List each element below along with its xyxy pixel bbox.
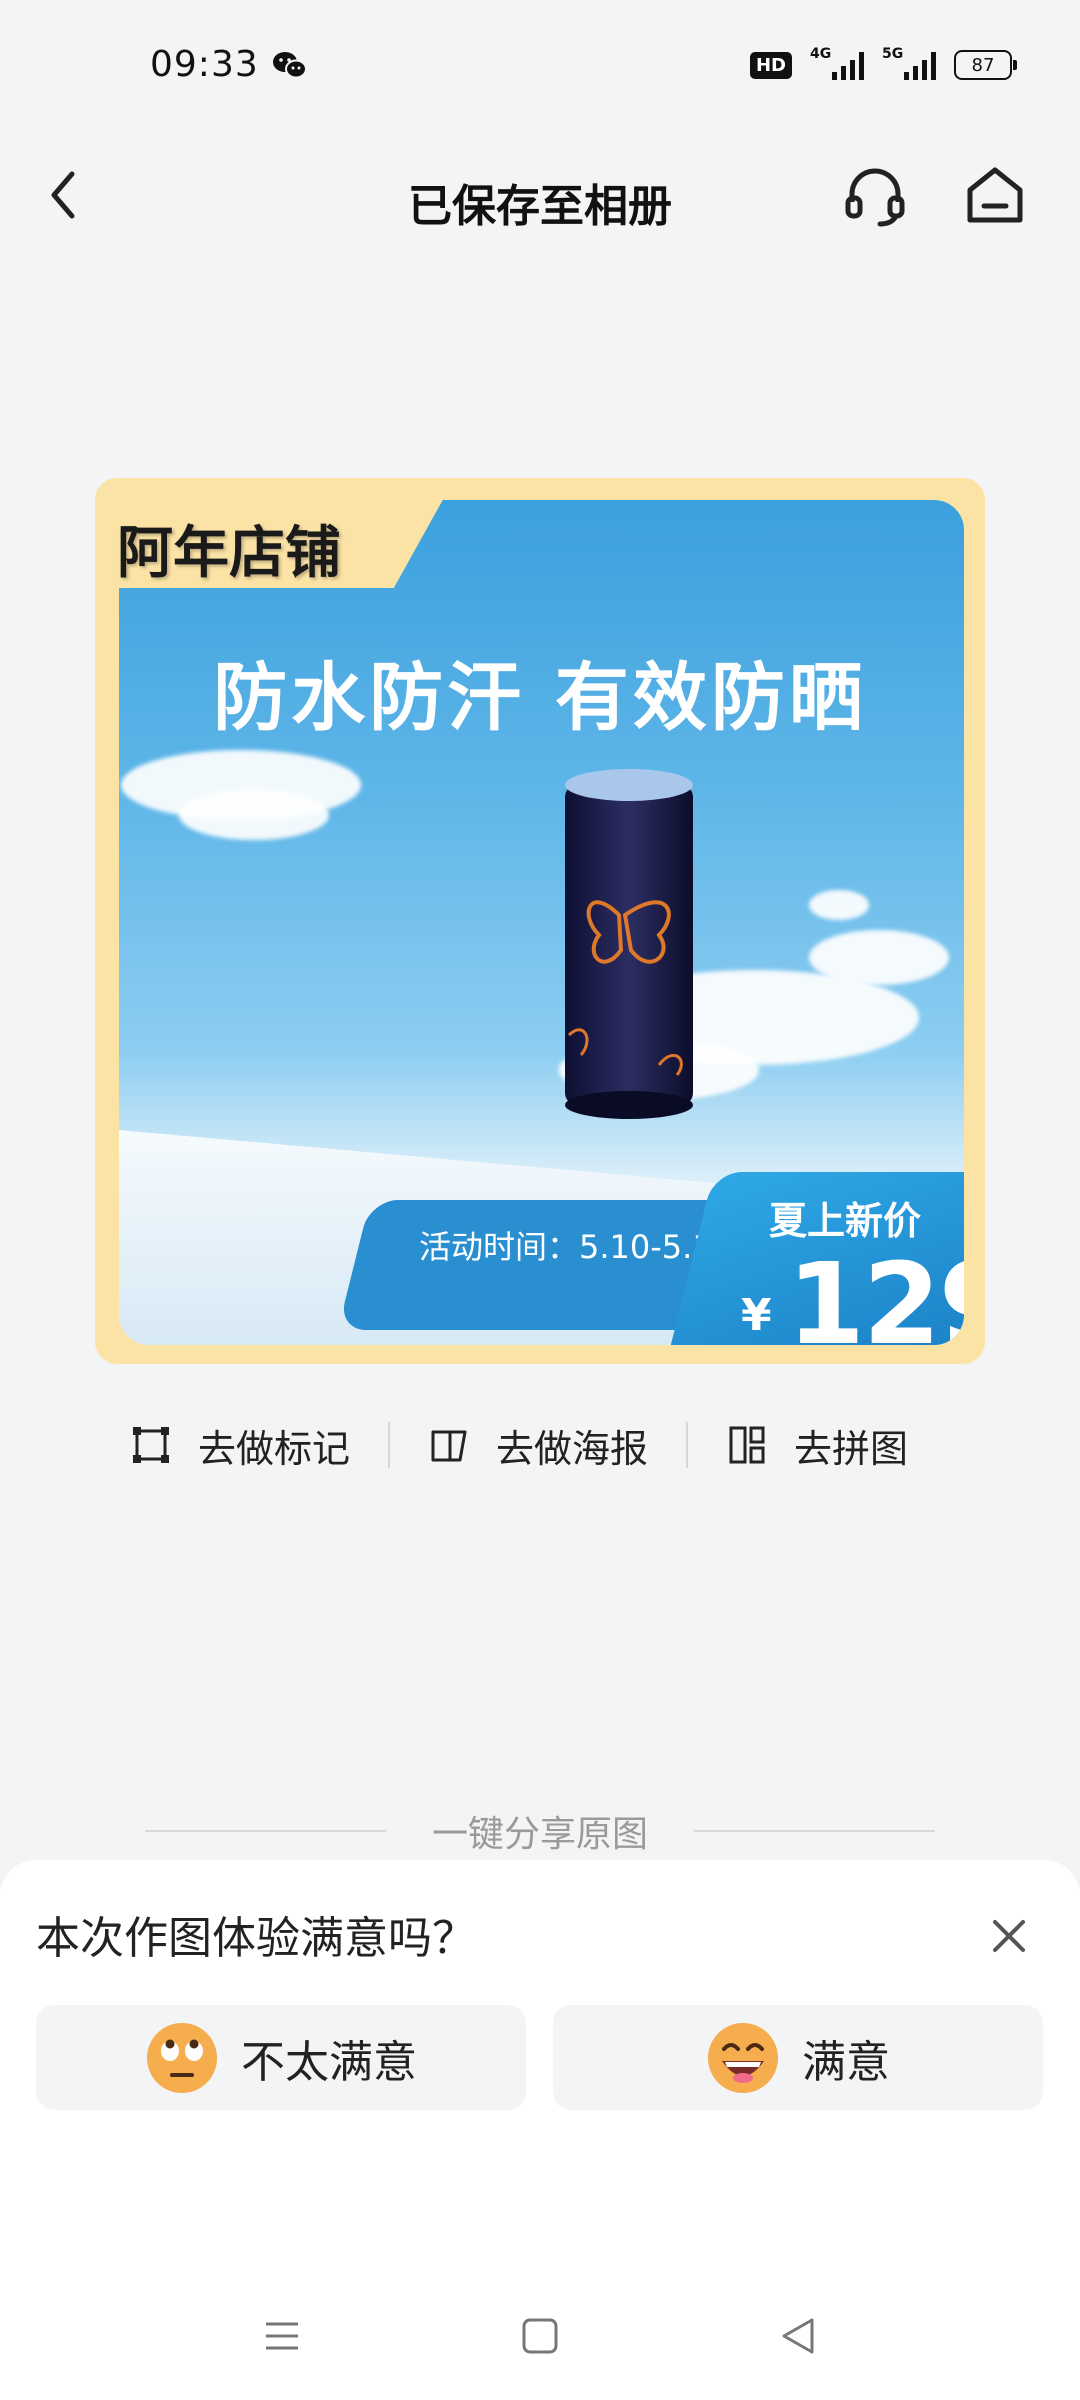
grin-emoji-icon	[708, 2022, 778, 2093]
share-original-divider: 一键分享原图	[145, 1805, 936, 1857]
eye-roll-emoji-icon	[147, 2022, 217, 2093]
home-square-icon[interactable]	[516, 2312, 564, 2360]
divider	[388, 1422, 391, 1468]
cloud-decoration	[809, 890, 869, 920]
signal-5g-icon: 5G	[882, 46, 936, 80]
wechat-icon	[273, 52, 307, 79]
system-navigation-bar	[0, 2290, 1080, 2380]
store-name: 阿年店铺	[117, 521, 341, 586]
price-title: 夏上新价	[769, 1199, 922, 1243]
divider-line	[694, 1830, 936, 1832]
close-icon[interactable]	[985, 1912, 1033, 1960]
satisfied-label: 满意	[802, 2036, 890, 2088]
edit-actions: 去做标记 去做海报 去拼图	[130, 1410, 950, 1480]
divider	[686, 1422, 689, 1468]
poster-icon	[431, 1430, 467, 1462]
share-original-label[interactable]: 一键分享原图	[432, 1805, 648, 1857]
divider-line	[145, 1830, 386, 1832]
cloud-decoration	[179, 790, 329, 840]
headset-icon[interactable]	[842, 162, 908, 228]
currency-symbol: ¥	[741, 1290, 772, 1341]
promo-period-text: 活动时间：5.10-5.14	[419, 1228, 734, 1266]
saved-poster-image[interactable]: 活动时间：5.10-5.14 夏上新价 ¥ 129 阿年店铺 防水防汗 有效防晒	[95, 478, 985, 1364]
hd-icon: HD	[749, 51, 792, 79]
collage-button-label: 去拼图	[794, 1426, 909, 1471]
page-title: 已保存至相册	[408, 181, 672, 232]
menu-icon[interactable]	[258, 2312, 306, 2360]
mark-button-label: 去做标记	[198, 1426, 351, 1471]
nav-bar: 已保存至相册	[0, 140, 1080, 250]
status-bar: 09:33 HD 4G 5G 87	[0, 0, 1080, 120]
product-bottle-image	[565, 769, 693, 1119]
poster-button-label: 去做海报	[496, 1426, 649, 1471]
satisfied-button[interactable]: 满意	[553, 2005, 1043, 2110]
battery-icon: 87	[954, 50, 1017, 80]
poster-button[interactable]: 去做海报	[428, 1418, 648, 1473]
mark-icon	[133, 1427, 169, 1463]
collage-button[interactable]: 去拼图	[726, 1418, 908, 1473]
feedback-question: 本次作图体验满意吗？	[36, 1913, 476, 1964]
poster-headline: 防水防汗 有效防晒	[213, 655, 867, 741]
mark-button[interactable]: 去做标记	[130, 1418, 350, 1473]
home-icon[interactable]	[962, 162, 1028, 228]
poster-canvas: 活动时间：5.10-5.14 夏上新价 ¥ 129	[119, 500, 964, 1345]
unsatisfied-label: 不太满意	[241, 2036, 417, 2088]
back-triangle-icon[interactable]	[774, 2312, 822, 2360]
status-time: 09:33	[150, 44, 259, 85]
signal-4g-icon: 4G	[810, 46, 864, 80]
collage-icon	[729, 1426, 765, 1464]
unsatisfied-button[interactable]: 不太满意	[36, 2005, 526, 2110]
price-value: 129	[787, 1240, 964, 1345]
